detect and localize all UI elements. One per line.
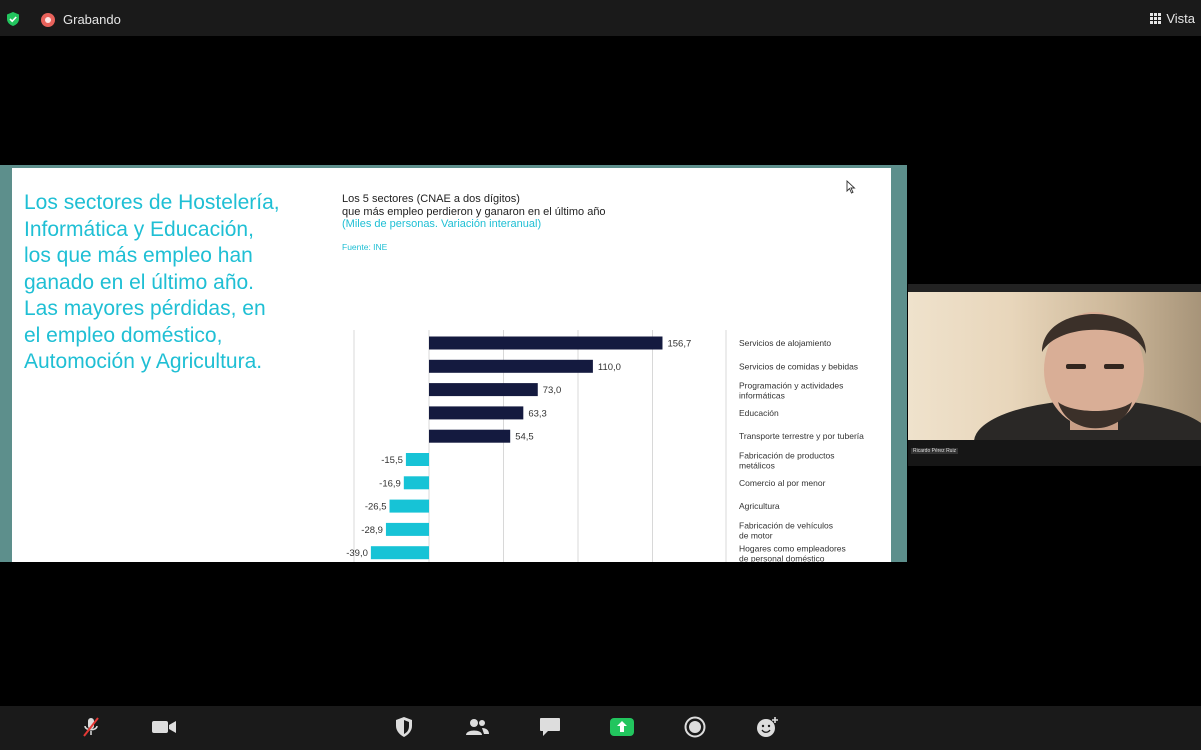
video-tile-header <box>908 284 1201 292</box>
meeting-toolbar <box>0 706 1201 750</box>
chart-value-label: -26,5 <box>365 502 387 513</box>
chart-bar <box>429 406 524 420</box>
chart-category-label: Educación <box>739 408 779 418</box>
chart-bar <box>429 359 593 373</box>
chart-category-label: Transporte terrestre y por tubería <box>739 431 864 441</box>
chat-icon[interactable] <box>536 714 564 740</box>
encryption-shield-icon[interactable] <box>6 12 20 26</box>
chart-value-label: -39,0 <box>346 548 368 559</box>
share-screen-icon[interactable] <box>608 714 636 740</box>
chart-value-label: 156,7 <box>667 339 691 350</box>
chart-category-label: Fabricación de vehículos de motor <box>739 520 833 540</box>
chart-category-label: Hogares como empleadores de personal domé… <box>739 544 846 562</box>
recording-icon[interactable] <box>41 13 55 27</box>
microphone-muted-icon[interactable] <box>77 714 105 740</box>
chart-bar <box>389 499 429 513</box>
chart-bar <box>405 453 429 466</box>
recording-label: Grabando <box>63 12 121 27</box>
chart-category-label: Servicios de comidas y bebidas <box>739 361 858 371</box>
grid-icon <box>1150 13 1162 24</box>
chart-bar <box>370 546 429 560</box>
chart-value-label: -28,9 <box>361 525 383 536</box>
chart-category-label: Agricultura <box>739 501 780 511</box>
chart-category-label: Programación y actividades informáticas <box>739 381 843 401</box>
chart-bar <box>385 522 429 536</box>
chart-value-label: -16,9 <box>379 478 401 489</box>
participants-icon[interactable] <box>463 714 491 740</box>
bar-chart: 156,7 Servicios de alojamiento 110,0 Servic… <box>346 330 864 562</box>
meeting-top-bar: Grabando Vista <box>0 0 1201 36</box>
chart-value-label: 110,0 <box>598 362 621 373</box>
chart-value-label: 63,3 <box>528 408 547 419</box>
video-camera-icon[interactable] <box>150 714 178 740</box>
participant-name: Ricardo Pérez Ruiz <box>911 448 959 454</box>
participant-silhouette <box>974 312 1201 440</box>
record-icon[interactable] <box>681 714 709 740</box>
chart-category-label: Fabricación de productos metálicos <box>739 451 834 471</box>
chart-bar <box>429 336 663 350</box>
participant-video-feed <box>908 292 1201 440</box>
mouse-cursor-icon <box>846 180 856 194</box>
reactions-icon[interactable] <box>754 714 782 740</box>
shield-icon[interactable] <box>390 714 418 740</box>
chart-category-label: Servicios de alojamiento <box>739 338 831 348</box>
participant-video-tile[interactable]: Ricardo Pérez Ruiz <box>908 284 1201 466</box>
view-button[interactable]: Vista <box>1150 11 1195 26</box>
chart-value-label: -15,5 <box>381 455 403 466</box>
chart-bar <box>429 383 538 397</box>
view-label: Vista <box>1166 11 1195 26</box>
chart-bar <box>403 476 429 490</box>
chart-value-label: 73,0 <box>543 385 562 396</box>
chart-bar <box>429 429 511 443</box>
chart-value-label: 54,5 <box>515 432 534 443</box>
chart-category-label: Comercio al por menor <box>739 478 826 488</box>
shared-slide: Los sectores de Hostelería, Informática … <box>12 168 891 562</box>
